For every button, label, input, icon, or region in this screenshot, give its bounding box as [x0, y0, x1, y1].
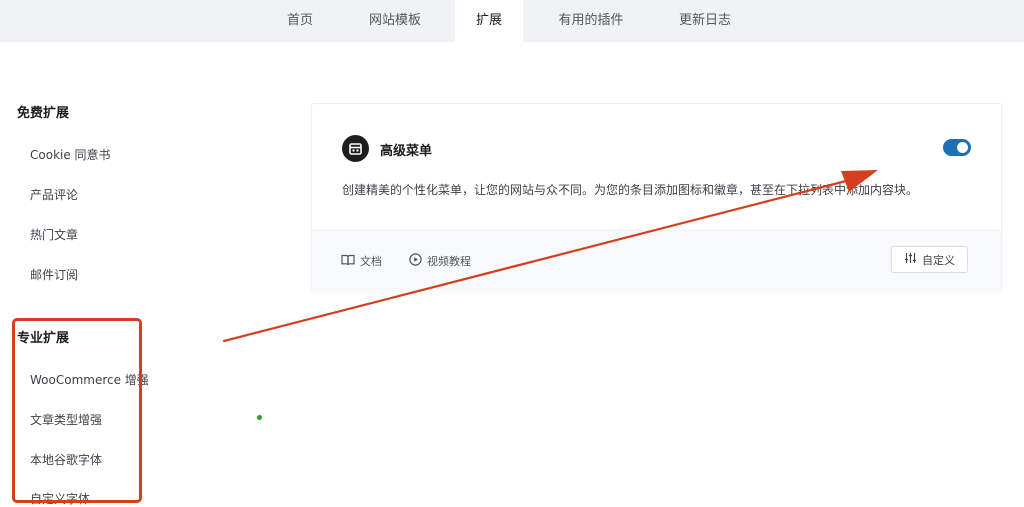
sidebar-item-cookie-consent[interactable]: Cookie 同意书: [30, 146, 111, 163]
video-tutorial-link[interactable]: 视频教程: [409, 253, 471, 269]
sliders-icon: [904, 252, 917, 267]
sidebar-item-product-reviews[interactable]: 产品评论: [30, 186, 78, 203]
customize-button[interactable]: 自定义: [891, 246, 968, 273]
sidebar-item-newsletter[interactable]: 邮件订阅: [30, 266, 78, 283]
extensions-page: 首页 网站模板 扩展 有用的插件 更新日志 免费扩展 Cookie 同意书 产品…: [0, 0, 1024, 507]
customize-button-label: 自定义: [922, 253, 955, 267]
extension-title: 高级菜单: [380, 144, 433, 159]
free-extensions-heading: 免费扩展: [17, 106, 70, 121]
tab-extensions[interactable]: 扩展: [455, 0, 523, 42]
tab-home[interactable]: 首页: [270, 0, 330, 42]
sidebar-item-popular-posts[interactable]: 热门文章: [30, 226, 78, 243]
extension-enable-toggle[interactable]: [943, 139, 971, 156]
annotation-highlight-box: [12, 318, 142, 503]
book-icon: [341, 254, 355, 269]
extension-description: 创建精美的个性化菜单，让您的网站与众不同。为您的条目添加图标和徽章，甚至在下拉列…: [342, 183, 919, 197]
tab-site-templates[interactable]: 网站模板: [354, 0, 436, 42]
top-navigation: 首页 网站模板 扩展 有用的插件 更新日志: [0, 0, 1024, 42]
toggle-knob: [957, 142, 968, 153]
docs-link[interactable]: 文档: [341, 253, 382, 269]
tab-changelog[interactable]: 更新日志: [668, 0, 742, 42]
video-tutorial-label: 视频教程: [427, 255, 471, 268]
docs-link-label: 文档: [360, 255, 382, 268]
menu-calendar-icon: [342, 135, 369, 162]
extension-card-footer: 文档 视频教程 自定义: [312, 230, 1001, 291]
cursor-dot: [257, 415, 262, 420]
tab-useful-plugins[interactable]: 有用的插件: [546, 0, 636, 42]
extension-card: 高级菜单 创建精美的个性化菜单，让您的网站与众不同。为您的条目添加图标和徽章，甚…: [311, 103, 1002, 291]
play-circle-icon: [409, 253, 422, 269]
